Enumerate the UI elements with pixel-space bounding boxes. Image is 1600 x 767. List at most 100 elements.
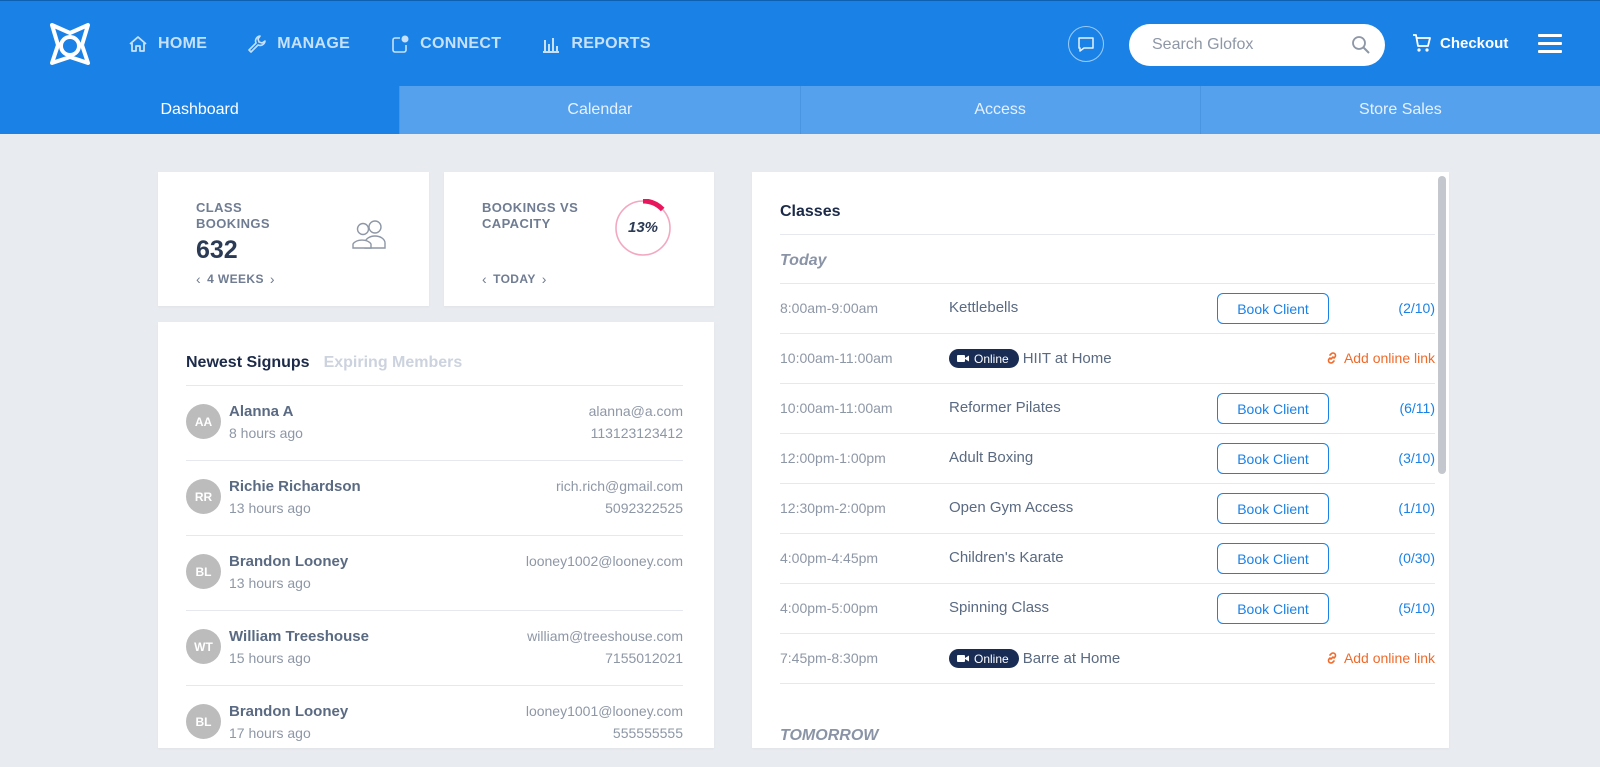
book-client-button[interactable]: Book Client — [1217, 443, 1329, 474]
period-prev-chevron-icon[interactable]: ‹ — [196, 271, 201, 287]
bar-chart-icon — [543, 38, 560, 53]
book-client-button[interactable]: Book Client — [1217, 493, 1329, 524]
class-name: Children's Karate — [949, 549, 1064, 566]
nav-reports[interactable]: REPORTS — [541, 34, 650, 54]
signups-card: Newest Signups Expiring Members AA Alann… — [158, 322, 714, 748]
glofox-logo-icon[interactable] — [46, 19, 94, 69]
book-client-button[interactable]: Book Client — [1217, 593, 1329, 624]
nav-manage[interactable]: MANAGE — [247, 34, 350, 54]
book-client-button[interactable]: Book Client — [1217, 543, 1329, 574]
signup-name: Alanna A — [229, 403, 294, 420]
signup-phone: 555555555 — [612, 725, 683, 741]
capacity-period-label: TODAY — [493, 272, 536, 286]
class-bookings-period: ‹ 4 WEEKS › — [196, 271, 275, 287]
capacity-percent: 13% — [627, 219, 659, 236]
class-bookings-card: CLASS BOOKINGS 632 ‹ 4 WEEKS › — [158, 172, 429, 306]
signup-row[interactable]: RR Richie Richardson 13 hours ago rich.r… — [186, 460, 683, 535]
class-name-text: Open Gym Access — [949, 499, 1074, 516]
video-camera-icon — [957, 655, 969, 662]
avatar: AA — [186, 404, 221, 439]
signups-tabs: Newest Signups Expiring Members — [186, 354, 476, 372]
class-time: 8:00am-9:00am — [780, 300, 879, 316]
signup-row[interactable]: BL Brandon Looney 13 hours ago looney100… — [186, 535, 683, 610]
signup-row[interactable]: BL Brandon Looney 17 hours ago looney100… — [186, 685, 683, 748]
capacity-gauge: 13% — [614, 198, 672, 257]
classes-title: Classes — [780, 203, 841, 220]
top-navigation-bar: HOME MANAGE CONNECT REPORTS Checkout — [0, 0, 1600, 86]
search-input[interactable] — [1152, 36, 1342, 54]
signup-time: 13 hours ago — [229, 575, 311, 591]
class-capacity: (6/11) — [1399, 400, 1435, 416]
signup-email: looney1002@looney.com — [525, 553, 683, 569]
checkout-button[interactable]: Checkout — [1412, 33, 1508, 53]
tab-expiring-members[interactable]: Expiring Members — [324, 354, 463, 372]
add-online-link[interactable]: Add online link — [1325, 650, 1435, 666]
online-badge[interactable]: Online — [949, 349, 1019, 368]
signup-row[interactable]: AA Alanna A 8 hours ago alanna@a.com 113… — [186, 385, 683, 460]
class-name: Adult Boxing — [949, 449, 1033, 466]
capacity-next-chevron-icon[interactable]: › — [542, 271, 547, 287]
class-name: Online Barre at Home — [949, 649, 1120, 668]
link-icon — [1327, 352, 1337, 364]
tab-dashboard[interactable]: Dashboard — [0, 86, 400, 134]
avatar: BL — [186, 704, 221, 739]
signups-list: AA Alanna A 8 hours ago alanna@a.com 113… — [186, 385, 683, 748]
signup-email: alanna@a.com — [588, 403, 683, 419]
nav-home-label: HOME — [158, 35, 208, 52]
online-badge-label: Online — [974, 651, 1009, 666]
signup-time: 8 hours ago — [229, 425, 303, 441]
add-online-link[interactable]: Add online link — [1325, 350, 1435, 366]
tab-access[interactable]: Access — [799, 86, 1200, 134]
class-name: Online HIIT at Home — [949, 349, 1112, 368]
avatar: RR — [186, 479, 221, 514]
connect-icon — [392, 35, 409, 53]
wrench-icon — [248, 35, 267, 53]
tab-store-sales[interactable]: Store Sales — [1199, 86, 1600, 134]
class-row: 12:00pm-1:00pm Adult Boxing Book Client … — [780, 433, 1435, 483]
nav-manage-label: MANAGE — [277, 35, 351, 52]
class-time: 4:00pm-5:00pm — [780, 600, 879, 616]
bookings-capacity-card: BOOKINGS VS CAPACITY 13% ‹ TODAY › — [444, 172, 714, 306]
nav-home[interactable]: HOME — [128, 34, 207, 54]
signup-row[interactable]: WT William Treeshouse 15 hours ago willi… — [186, 610, 683, 685]
book-client-button[interactable]: Book Client — [1217, 293, 1329, 324]
online-badge[interactable]: Online — [949, 649, 1019, 668]
tab-calendar[interactable]: Calendar — [399, 86, 799, 134]
home-icon — [129, 36, 147, 52]
day-label-today: Today — [780, 252, 827, 269]
class-name-text: Barre at Home — [1022, 650, 1121, 667]
signup-name: Brandon Looney — [229, 703, 349, 720]
signup-time: 17 hours ago — [229, 725, 311, 741]
class-name: Kettlebells — [949, 299, 1018, 316]
nav-connect-label: CONNECT — [420, 35, 502, 52]
class-row: 10:00am-11:00am Online HIIT at Home Add … — [780, 333, 1435, 383]
book-client-button[interactable]: Book Client — [1217, 393, 1329, 424]
search-icon[interactable] — [1351, 35, 1371, 55]
add-online-link-label: Add online link — [1343, 650, 1435, 666]
class-row: 4:00pm-5:00pm Spinning Class Book Client… — [780, 583, 1435, 633]
capacity-prev-chevron-icon[interactable]: ‹ — [482, 271, 487, 287]
tab-newest-signups[interactable]: Newest Signups — [186, 354, 310, 372]
class-name: Open Gym Access — [949, 499, 1073, 516]
chat-button[interactable] — [1068, 26, 1104, 62]
signup-email: william@treeshouse.com — [527, 628, 683, 644]
classes-scrollbar[interactable] — [1438, 176, 1446, 474]
class-bookings-period-label: 4 WEEKS — [207, 272, 264, 286]
signup-phone: 7155012021 — [605, 650, 683, 666]
users-icon — [352, 220, 386, 249]
signup-name: William Treeshouse — [229, 628, 369, 645]
signup-email: looney1001@looney.com — [525, 703, 683, 719]
add-online-link-label: Add online link — [1343, 350, 1435, 366]
class-name-text: Spinning Class — [949, 599, 1050, 616]
bookings-capacity-label: BOOKINGS VS CAPACITY — [482, 200, 579, 231]
link-icon — [1327, 652, 1337, 664]
hamburger-menu-icon[interactable] — [1538, 34, 1562, 53]
classes-list-end-divider — [780, 683, 1435, 684]
class-capacity: (1/10) — [1398, 500, 1435, 516]
class-name-text: HIIT at Home — [1022, 350, 1112, 367]
nav-connect[interactable]: CONNECT — [390, 34, 501, 54]
signup-time: 15 hours ago — [229, 650, 311, 666]
period-next-chevron-icon[interactable]: › — [270, 271, 275, 287]
class-name-text: Reformer Pilates — [949, 399, 1061, 416]
class-row: 10:00am-11:00am Reformer Pilates Book Cl… — [780, 383, 1435, 433]
